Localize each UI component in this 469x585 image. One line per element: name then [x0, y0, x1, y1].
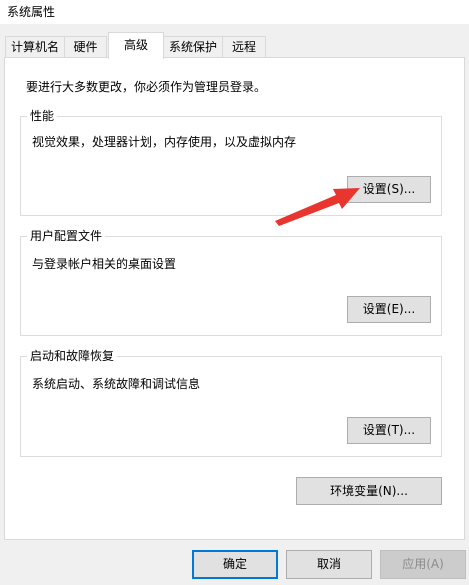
ok-button[interactable]: 确定	[192, 550, 278, 579]
user-profiles-group: 用户配置文件 与登录帐户相关的桌面设置 设置(E)...	[20, 228, 442, 336]
startup-recovery-group: 启动和故障恢复 系统启动、系统故障和调试信息 设置(T)...	[20, 348, 442, 457]
performance-group: 性能 视觉效果，处理器计划，内存使用，以及虚拟内存 设置(S)...	[20, 108, 442, 216]
user-profiles-description: 与登录帐户相关的桌面设置	[32, 257, 177, 271]
tab-hardware[interactable]: 硬件	[64, 36, 107, 58]
admin-notice: 要进行大多数更改，你必须作为管理员登录。	[26, 80, 267, 94]
performance-group-title: 性能	[27, 108, 58, 124]
annotation-arrow-icon	[275, 188, 360, 226]
tab-remote[interactable]: 远程	[222, 36, 266, 58]
apply-button[interactable]: 应用(A)	[380, 550, 466, 579]
startup-recovery-group-title: 启动和故障恢复	[27, 348, 118, 364]
tab-strip: 计算机名 硬件 高级 系统保护 远程	[0, 32, 469, 59]
user-profiles-group-title: 用户配置文件	[27, 228, 106, 244]
tab-advanced[interactable]: 高级	[108, 32, 164, 59]
cancel-button[interactable]: 取消	[286, 550, 372, 579]
startup-recovery-description: 系统启动、系统故障和调试信息	[32, 377, 201, 391]
tab-system-protection[interactable]: 系统保护	[163, 36, 223, 58]
startup-recovery-settings-button[interactable]: 设置(T)...	[347, 417, 431, 444]
environment-variables-button[interactable]: 环境变量(N)...	[296, 477, 442, 505]
tab-computer-name[interactable]: 计算机名	[5, 36, 65, 58]
performance-description: 视觉效果，处理器计划，内存使用，以及虚拟内存	[32, 135, 297, 149]
user-profiles-settings-button[interactable]: 设置(E)...	[347, 296, 431, 323]
window-title: 系统属性	[7, 5, 56, 19]
title-bar: 系统属性	[0, 0, 469, 24]
